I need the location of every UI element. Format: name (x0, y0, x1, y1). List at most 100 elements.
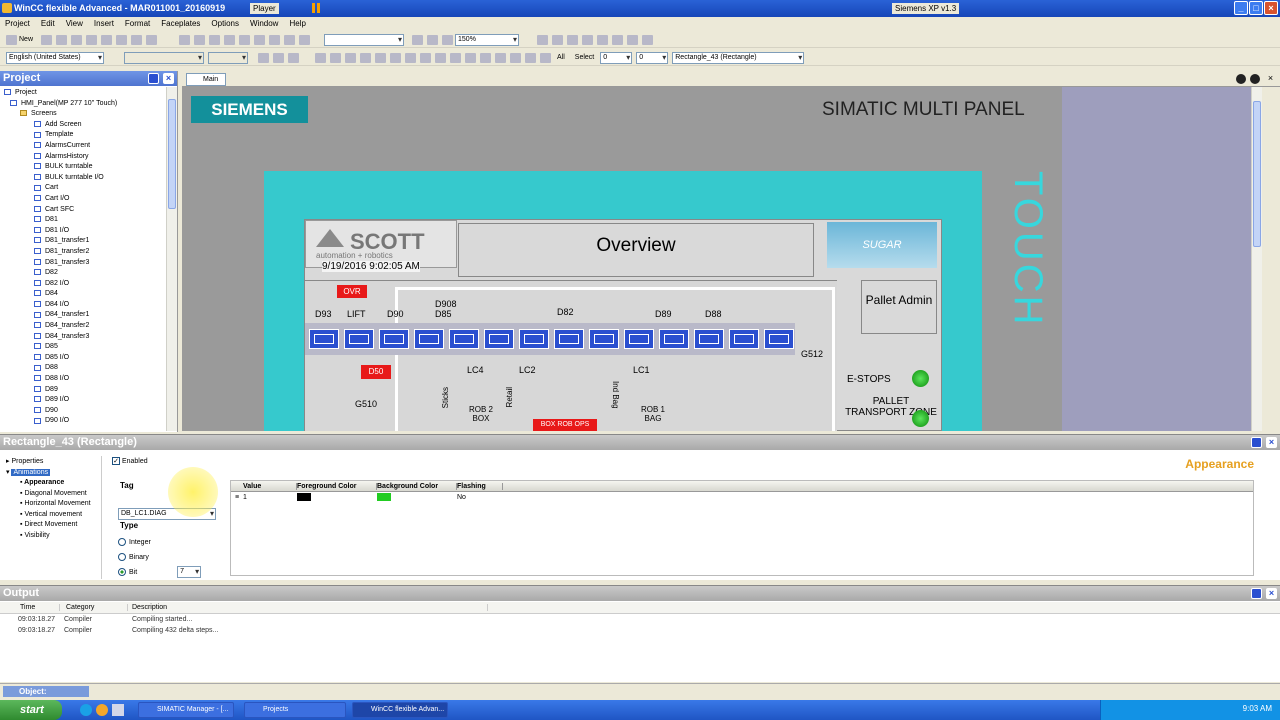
list-item[interactable]: D84_transfer1 (4, 310, 177, 321)
bold-icon[interactable] (258, 52, 269, 63)
col-flashing[interactable]: Flashing (457, 482, 503, 490)
close-button[interactable]: × (1264, 1, 1278, 15)
new-icon[interactable] (6, 34, 17, 45)
d50-indicator[interactable]: D50 (361, 365, 391, 379)
rotate-icon[interactable] (315, 52, 326, 63)
editor-scroll-thumb[interactable] (1253, 101, 1261, 247)
conveyor-segment[interactable] (309, 329, 339, 349)
pallet-admin-button[interactable]: Pallet Admin (861, 280, 937, 334)
align-top-icon[interactable] (390, 52, 401, 63)
list-item[interactable]: D84_transfer3 (4, 332, 177, 343)
conveyor-segment[interactable] (414, 329, 444, 349)
list-item[interactable]: D81_transfer1 (4, 236, 177, 247)
animation-item[interactable]: ▪ Appearance (2, 478, 101, 489)
redo-icon[interactable] (86, 34, 98, 45)
ovr-indicator[interactable]: OVR (337, 285, 367, 298)
menu-window[interactable]: Window (250, 19, 278, 28)
menu-edit[interactable]: Edit (41, 19, 55, 28)
new-button-label[interactable]: New (19, 36, 33, 43)
align-icon[interactable] (239, 34, 251, 45)
check-icon[interactable] (209, 34, 221, 45)
col-description[interactable]: Description (128, 604, 488, 611)
zoom-in-icon[interactable] (427, 34, 439, 45)
open-icon[interactable] (41, 34, 53, 45)
list-item[interactable]: D88 (4, 363, 177, 374)
row-foreground-cell[interactable] (297, 492, 377, 503)
menu-faceplates[interactable]: Faceplates (161, 19, 200, 28)
col-value[interactable]: Value (243, 482, 297, 490)
fill-color-icon[interactable] (537, 34, 549, 45)
help-icon[interactable] (627, 34, 639, 45)
col-time[interactable]: Time (0, 604, 60, 611)
copy-icon[interactable] (116, 34, 128, 45)
conveyor-segment[interactable] (624, 329, 654, 349)
align-right-icon[interactable] (375, 52, 386, 63)
list-item[interactable]: D82 I/O (4, 279, 177, 290)
player-button[interactable]: Player (250, 3, 279, 14)
task-wincc[interactable]: WinCC flexible Advan... (352, 702, 448, 718)
project-scrollbar[interactable] (166, 87, 177, 431)
list-item[interactable]: D81_transfer3 (4, 258, 177, 269)
editor-scrollbar[interactable] (1251, 87, 1262, 431)
pin-icon[interactable] (148, 73, 159, 84)
align-center-icon[interactable] (360, 52, 371, 63)
flip-icon[interactable] (330, 52, 341, 63)
zoom-out-icon[interactable] (442, 34, 454, 45)
list-item[interactable]: AlarmsHistory (4, 152, 177, 163)
compile-icon[interactable] (179, 34, 191, 45)
bit-spinner[interactable]: 7 (177, 566, 202, 579)
cut-icon[interactable] (101, 34, 113, 45)
col-foreground[interactable]: Foreground Color (297, 482, 377, 490)
zoom-fit-icon[interactable] (412, 34, 424, 45)
start-button[interactable]: start (0, 700, 62, 720)
maximize-button[interactable]: □ (1249, 1, 1263, 15)
same-width-icon[interactable] (435, 52, 446, 63)
close-icon[interactable]: × (1266, 437, 1277, 448)
close-icon[interactable]: × (1266, 588, 1277, 599)
same-size-icon[interactable] (465, 52, 476, 63)
list-item[interactable]: D89 (4, 385, 177, 396)
delete-icon[interactable] (146, 34, 158, 45)
pin-icon[interactable] (1251, 437, 1262, 448)
binoculars-icon[interactable] (269, 34, 281, 45)
list-item[interactable]: Cart SFC (4, 205, 177, 216)
list-item[interactable]: Add Screen (4, 120, 177, 131)
conveyor-segment[interactable] (344, 329, 374, 349)
tab-main[interactable]: Main (186, 73, 226, 86)
animation-item[interactable]: ▪ Direct Movement (2, 520, 101, 531)
conveyor-segment[interactable] (764, 329, 794, 349)
layer-combo-2[interactable]: 0 (636, 51, 669, 64)
radio-binary[interactable]: Binary (118, 550, 201, 565)
list-item[interactable]: D85 (4, 342, 177, 353)
animation-item[interactable]: ▪ Vertical movement (2, 510, 101, 521)
close-editor-icon[interactable]: × (1265, 73, 1276, 84)
tree-screens[interactable]: Screens (4, 109, 177, 120)
table-row[interactable]: 09:03:18.27 Compiler Compiling started... (0, 614, 1280, 625)
conveyor-segment[interactable] (484, 329, 514, 349)
menu-format[interactable]: Format (125, 19, 150, 28)
row-flashing[interactable]: No (457, 494, 503, 501)
box-rob-ops-indicator[interactable]: BOX ROB OPS (533, 419, 597, 431)
settings-icon[interactable] (612, 34, 624, 45)
group-icon[interactable] (254, 34, 266, 45)
conveyor-segment[interactable] (659, 329, 689, 349)
list-item[interactable]: Cart (4, 183, 177, 194)
list-item[interactable]: D84_transfer2 (4, 321, 177, 332)
save-icon[interactable] (56, 34, 68, 45)
distribute-icon[interactable] (480, 52, 491, 63)
same-height-icon[interactable] (450, 52, 461, 63)
conveyor-segment[interactable] (694, 329, 724, 349)
radio-bit[interactable]: Bit 7 (118, 565, 202, 580)
row-background-cell[interactable] (377, 492, 457, 503)
all-label[interactable]: All (557, 54, 565, 61)
conveyor-segment[interactable] (519, 329, 549, 349)
list-item[interactable]: D81 (4, 215, 177, 226)
list-item[interactable]: AlarmsCurrent (4, 141, 177, 152)
list-item[interactable]: D85 I/O (4, 353, 177, 364)
nav-left-icon[interactable] (1236, 74, 1246, 84)
ie-icon[interactable] (80, 704, 92, 716)
tree-root[interactable]: Project (4, 88, 177, 99)
undo-icon[interactable] (71, 34, 83, 45)
paste-icon[interactable] (131, 34, 143, 45)
col-background[interactable]: Background Color (377, 482, 457, 490)
